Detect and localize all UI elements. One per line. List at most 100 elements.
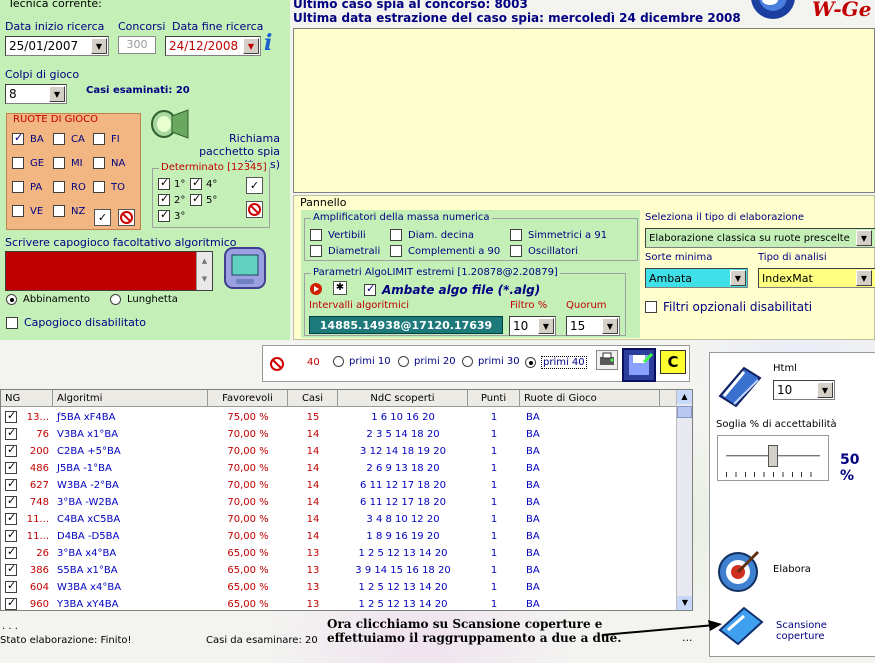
scroll-up-icon[interactable]: ▲ <box>677 390 692 404</box>
determinato-checkbox-box[interactable] <box>190 192 202 206</box>
ambate-box[interactable] <box>364 282 376 296</box>
html-select[interactable]: 10 ▼ <box>773 380 835 400</box>
ruota-mi-checkbox[interactable]: MI <box>53 157 83 169</box>
amplificatore-checkbox[interactable]: Oscillatori <box>510 245 578 257</box>
ruota-checkbox-box[interactable] <box>93 181 105 193</box>
chevron-down-icon[interactable]: ▼ <box>602 318 618 334</box>
amplificatore-checkbox[interactable]: Diam. decina <box>390 229 474 241</box>
grid-column-header[interactable]: Favorevoli <box>208 390 288 406</box>
determinato-checkbox-box[interactable] <box>158 176 170 190</box>
amplificatore-checkbox[interactable]: Complementi a 90 <box>390 245 500 257</box>
row-checkbox[interactable] <box>5 477 17 491</box>
capogioco-disabilitato-checkbox[interactable]: Capogioco disabilitato <box>6 316 146 329</box>
ruota-ro-checkbox[interactable]: RO <box>53 181 86 193</box>
amplificatore-checkbox[interactable]: Diametrali <box>310 245 380 257</box>
row-checkbox[interactable] <box>5 426 17 440</box>
colpi-select[interactable]: 8 ▼ <box>5 84 67 104</box>
table-row[interactable]: 960 Y3BA xY4BA 65,00 % 13 1 2 5 12 13 14 20 1… <box>1 596 676 610</box>
capogioco-scrollbar[interactable]: ▲ ▼ <box>196 252 212 290</box>
row-checkbox[interactable] <box>5 409 17 423</box>
amplificatore-checkbox-box[interactable] <box>390 229 402 241</box>
determinato-5-checkbox[interactable]: 3° <box>158 208 185 222</box>
ruota-checkbox-box[interactable] <box>12 181 24 193</box>
ruota-ve-checkbox[interactable]: VE <box>12 205 43 217</box>
chevron-down-icon[interactable]: ▼ <box>817 382 833 398</box>
primi-radio[interactable]: primi 10 <box>333 356 391 367</box>
abbinamento-radio[interactable]: Abbinamento <box>6 294 90 305</box>
ruota-checkbox-box[interactable] <box>53 133 65 145</box>
primi-radio-dot[interactable] <box>525 357 536 368</box>
ruota-checkbox-box[interactable] <box>93 133 105 145</box>
determinato-2-checkbox[interactable]: 4° <box>190 176 217 190</box>
ruota-checkbox-box[interactable] <box>53 157 65 169</box>
chevron-down-icon[interactable]: ▼ <box>730 270 746 286</box>
ruota-fi-checkbox[interactable]: FI <box>93 133 120 145</box>
determinato-3-checkbox[interactable]: 2° <box>158 192 185 206</box>
gear-icon[interactable]: ✱ <box>333 281 347 295</box>
results-grid[interactable]: NG Algoritmi Favorevoli Casi NdC scoperti Pun… <box>0 389 693 611</box>
capogioco-disabilitato-box[interactable] <box>6 316 18 329</box>
info-icon[interactable]: i <box>264 30 282 56</box>
filtro-select[interactable]: 10 ▼ <box>509 316 556 336</box>
primi-radio[interactable]: primi 30 <box>462 356 520 367</box>
ruota-to-checkbox[interactable]: TO <box>93 181 125 193</box>
analisi-select[interactable]: IndexMat ▼ <box>758 268 875 288</box>
chevron-down-icon[interactable]: ▼ <box>49 86 65 102</box>
soglia-slider[interactable] <box>717 435 829 481</box>
table-row[interactable]: 627 W3BA -2°BA 70,00 % 14 6 11 12 17 18 20 1 B… <box>1 477 676 494</box>
ruote-clear-button[interactable] <box>118 209 135 226</box>
ruota-checkbox-box[interactable] <box>93 157 105 169</box>
toolbar-clear-button[interactable] <box>268 355 288 373</box>
grid-column-header[interactable]: Ruote di Gioco <box>520 390 660 406</box>
abbinamento-radio-dot[interactable] <box>6 294 17 305</box>
grid-column-header[interactable]: Algoritmi <box>53 390 208 406</box>
data-fine-select[interactable]: 24/12/2008 ▼ <box>165 36 261 56</box>
ruote-check-all-button[interactable]: ✓ <box>94 209 111 226</box>
chevron-down-icon[interactable]: ▼ <box>538 318 554 334</box>
filtri-checkbox[interactable]: Filtri opzionali disabilitati <box>645 300 812 314</box>
amplificatore-checkbox-box[interactable] <box>510 229 522 241</box>
filtri-box[interactable] <box>645 301 657 313</box>
determinato-1-checkbox[interactable]: 1° <box>158 176 185 190</box>
amplificatore-checkbox-box[interactable] <box>390 245 402 257</box>
amplificatore-checkbox[interactable]: Vertibili <box>310 229 366 241</box>
amplificatore-checkbox-box[interactable] <box>510 245 522 257</box>
sorte-select[interactable]: Ambata ▼ <box>645 268 748 288</box>
determinato-checkbox-box[interactable] <box>158 208 170 222</box>
determinato-check-button[interactable]: ✓ <box>246 177 263 194</box>
table-row[interactable]: 486 J5BA -1°BA 70,00 % 14 2 6 9 13 18 20 1 BA <box>1 460 676 477</box>
table-row[interactable]: 748 3°BA -W2BA 70,00 % 14 6 11 12 17 18 20 1 B… <box>1 494 676 511</box>
row-checkbox[interactable] <box>5 562 17 576</box>
save-disk-icon[interactable] <box>622 348 656 382</box>
elabora-label[interactable]: Elabora <box>773 564 811 575</box>
grid-column-header[interactable]: NG <box>1 390 53 406</box>
table-row[interactable]: 604 W3BA x4°BA 65,00 % 13 1 2 5 12 13 14 20 1… <box>1 579 676 596</box>
primi-radio-dot[interactable] <box>398 356 409 367</box>
grid-column-header[interactable]: NdC scoperti <box>338 390 468 406</box>
ruota-nz-checkbox[interactable]: NZ <box>53 205 85 217</box>
determinato-checkbox-box[interactable] <box>190 176 202 190</box>
row-checkbox[interactable] <box>5 596 17 610</box>
scroll-down-icon[interactable]: ▼ <box>677 596 692 610</box>
chevron-down-icon[interactable]: ▼ <box>856 270 872 286</box>
table-row[interactable]: 11... D4BA -D5BA 70,00 % 14 1 8 9 16 19 20 1 B… <box>1 528 676 545</box>
ruota-ge-checkbox[interactable]: GE <box>12 157 44 169</box>
row-checkbox[interactable] <box>5 528 17 542</box>
primi-radio-dot[interactable] <box>333 356 344 367</box>
row-checkbox[interactable] <box>5 494 17 508</box>
ruota-checkbox-box[interactable] <box>12 205 24 217</box>
html-book-icon[interactable] <box>714 360 766 410</box>
chevron-down-icon[interactable]: ▼ <box>91 38 107 54</box>
primi-radio-dot[interactable] <box>462 356 473 367</box>
ruota-ca-checkbox[interactable]: CA <box>53 133 85 145</box>
lunghetta-radio-dot[interactable] <box>110 294 121 305</box>
play-icon[interactable] <box>310 283 322 295</box>
table-row[interactable]: 386 S5BA x1°BA 65,00 % 13 3 9 14 15 16 18 20… <box>1 562 676 579</box>
primi-radio[interactable]: primi 40 <box>525 356 587 369</box>
amplificatore-checkbox-box[interactable] <box>310 229 322 241</box>
ambate-checkbox[interactable]: Ambate algo file (*.alg) <box>364 282 540 297</box>
quorum-select[interactable]: 15 ▼ <box>566 316 620 336</box>
grid-scrollbar[interactable]: ▲ ▼ <box>676 390 692 610</box>
table-row[interactable]: 11... C4BA xC5BA 70,00 % 14 3 4 8 10 12 20 1 B… <box>1 511 676 528</box>
pda-icon[interactable] <box>222 244 268 290</box>
